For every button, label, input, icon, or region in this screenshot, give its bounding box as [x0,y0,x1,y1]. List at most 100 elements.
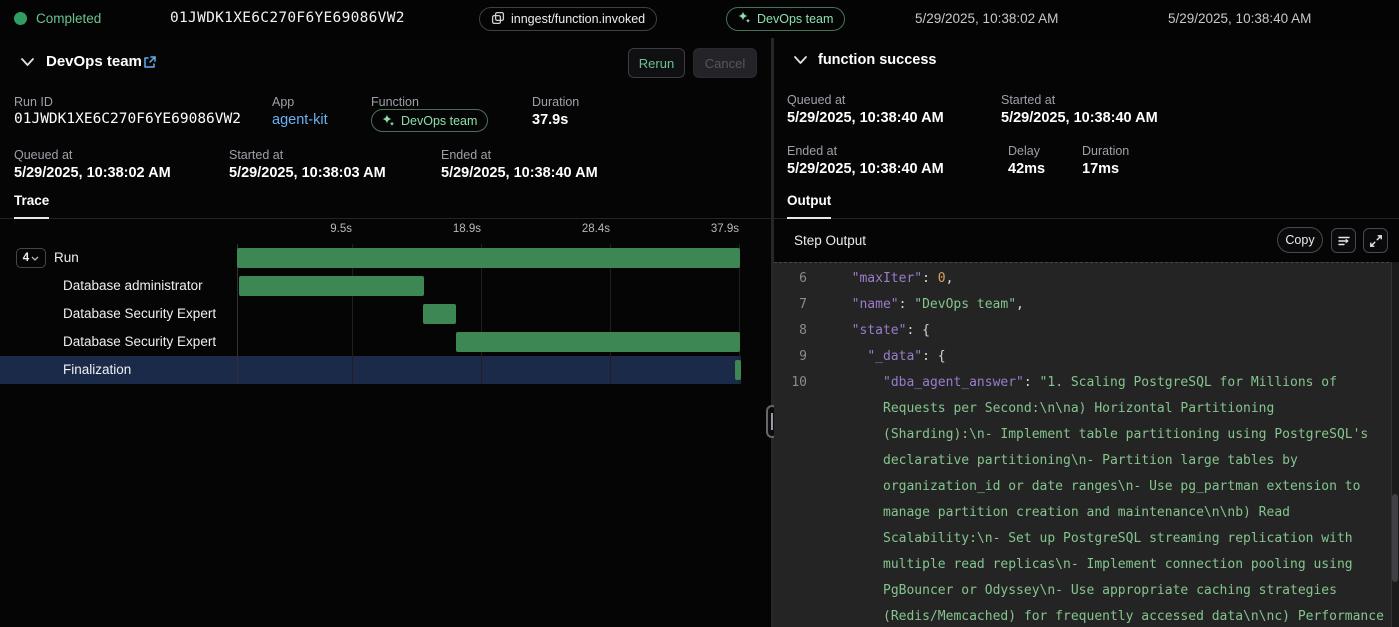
token-key: "name" [852,297,899,312]
line-number: 8 [774,318,807,344]
code-line: 9 "_data": { [774,344,1399,370]
step-queued-label: Queued at [787,93,845,107]
right-tabbar: Output [774,190,1399,219]
trace-rows: 4 Run Database administrator Database Secur… [0,244,771,384]
collapse-step-chevron-icon[interactable] [793,54,808,69]
sparkle-icon [738,11,751,27]
line-number: 7 [774,292,807,318]
external-link-icon[interactable] [142,55,157,73]
trace-row-label: Database Security Expert [63,334,216,349]
token-p: , [1016,297,1024,312]
token-p: , [946,271,954,286]
topbar-function-badge[interactable]: DevOps team [726,7,845,31]
ended-at-label: Ended at [441,148,491,162]
token-str: "DevOps team" [914,297,1016,312]
function-label: Function [371,95,419,109]
timeline-tick-label: 37.9s [711,223,739,235]
step-queued-value: 5/29/2025, 10:38:40 AM [787,110,944,126]
code-content: "_data": { [836,344,1389,370]
topbar-run-id: 01JWDK1XE6C270F6YE69086VW2 [170,10,405,26]
code-content: "dba_agent_answer": "1. Scaling PostgreS… [836,370,1389,627]
token-p: : [922,271,938,286]
chevron-down-icon [31,255,39,262]
run-title: DevOps team [46,53,142,70]
trace-row-label: Run [54,250,79,265]
tab-output[interactable]: Output [787,193,831,219]
code-content: "state": { [836,318,1389,344]
status-dot-icon [14,12,27,25]
step-title: function success [818,52,936,68]
run-status: Completed [36,11,101,26]
top-status-bar: Completed 01JWDK1XE6C270F6YE69086VW2 inn… [0,0,1399,38]
trace-row-label: Finalization [63,362,131,377]
code-line: 10"dba_agent_answer": "1. Scaling Postgr… [774,370,1399,627]
duration-label: Duration [532,95,579,109]
ended-at-value: 5/29/2025, 10:38:40 AM [441,165,598,181]
run-id-value: 01JWDK1XE6C270F6YE69086VW2 [14,111,241,127]
code-content: "maxIter": 0, [836,266,1389,292]
code-line: 7 "name": "DevOps team", [774,292,1399,318]
left-tabbar: Trace [0,190,771,219]
step-delay-value: 42ms [1008,161,1045,177]
code-scrollbar[interactable] [1391,262,1399,627]
function-badge[interactable]: DevOps team [371,109,488,132]
step-ended-value: 5/29/2025, 10:38:40 AM [787,161,944,177]
expand-icon [1369,234,1383,248]
sparkle-icon [382,114,395,127]
topbar-started-at: 5/29/2025, 10:38:02 AM [915,11,1058,26]
started-at-value: 5/29/2025, 10:38:03 AM [229,165,386,181]
trace-span-bar[interactable] [423,304,456,324]
token-p: : [1024,375,1040,390]
token-key: "_data" [867,349,922,364]
trace-row[interactable]: Database Security Expert [0,328,771,356]
run-details-panel: DevOps team Rerun Cancel Run ID 01JWDK1X… [0,38,771,627]
tab-trace[interactable]: Trace [14,193,49,219]
timeline-tick-label: 18.9s [453,223,481,235]
cancel-button-label: Cancel [705,56,745,71]
rerun-button-label: Rerun [639,56,674,71]
step-duration-label: Duration [1082,144,1129,158]
topbar-ended-at: 5/29/2025, 10:38:40 AM [1168,11,1311,26]
event-badge-label: inngest/function.invoked [511,12,645,26]
trace-row-label: Database Security Expert [63,306,216,321]
app-label: App [272,95,294,109]
trace-span-bar[interactable] [239,276,424,296]
trace-row[interactable]: Database Security Expert [0,300,771,328]
token-key: "dba_agent_answer" [883,375,1024,390]
token-key: "state" [852,323,907,338]
expand-button[interactable] [1363,228,1388,253]
child-count: 4 [23,252,29,264]
code-content: "name": "DevOps team", [836,292,1389,318]
trace-span-bar[interactable] [735,360,741,380]
event-icon [491,11,505,28]
copy-button[interactable]: Copy [1277,227,1323,253]
token-p: : [899,297,915,312]
trace-span-bar[interactable] [456,332,740,352]
rerun-button[interactable]: Rerun [628,48,685,78]
step-output-code[interactable]: 6 "maxIter": 0,7 "name": "DevOps team",8… [774,262,1399,627]
cancel-button[interactable]: Cancel [693,48,757,78]
trace-row[interactable]: Finalization [0,356,771,384]
token-key: "maxIter" [852,271,922,286]
timeline-tick-label: 28.4s [582,223,610,235]
queued-at-value: 5/29/2025, 10:38:02 AM [14,165,171,181]
timeline-tick-label: 9.5s [330,223,352,235]
trace-row[interactable]: Database administrator [0,272,771,300]
main-content: DevOps team Rerun Cancel Run ID 01JWDK1X… [0,38,1399,627]
child-count-dropdown[interactable]: 4 [16,248,46,268]
step-delay-label: Delay [1008,144,1040,158]
token-p: : { [922,349,945,364]
token-p: : { [906,323,929,338]
code-line: 8 "state": { [774,318,1399,344]
step-output-title: Step Output [794,233,866,248]
word-wrap-button[interactable] [1331,228,1356,253]
trace-span-bar[interactable] [237,248,740,268]
line-number: 9 [774,344,807,370]
code-scrollbar-thumb[interactable] [1392,494,1398,582]
collapse-run-chevron-icon[interactable] [20,56,35,71]
step-details-panel: function success Queued at 5/29/2025, 10… [774,38,1399,627]
word-wrap-icon [1337,234,1351,248]
event-badge[interactable]: inngest/function.invoked [479,7,657,31]
app-link[interactable]: agent-kit [272,112,328,128]
trace-row[interactable]: 4 Run [0,244,771,272]
